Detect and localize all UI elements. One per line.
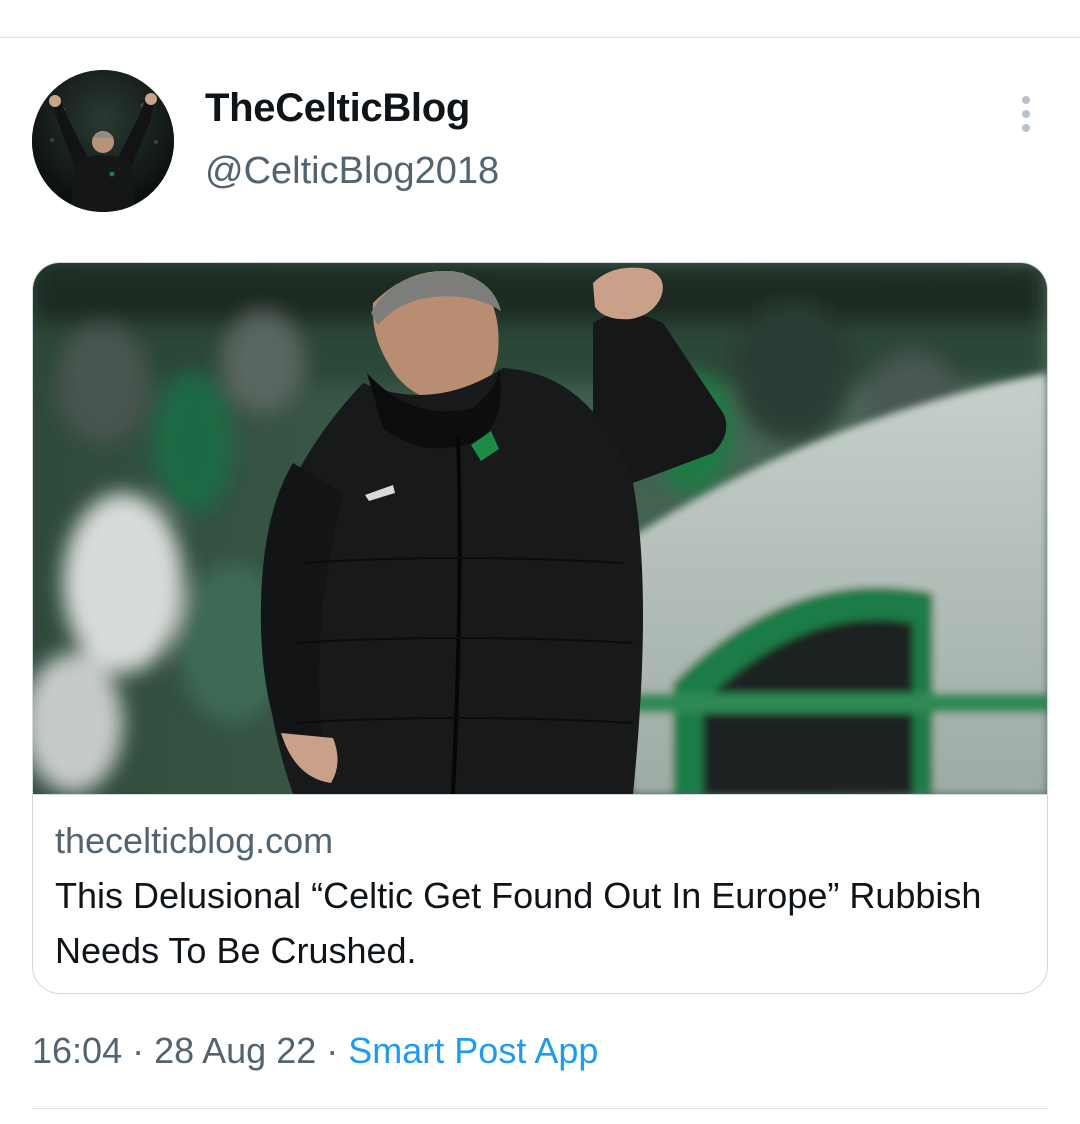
meta-separator: · xyxy=(326,1030,339,1071)
bottom-divider xyxy=(32,1108,1048,1109)
card-image xyxy=(33,263,1047,794)
meta-separator: · xyxy=(132,1030,145,1071)
author-avatar[interactable] xyxy=(32,70,174,212)
card-photo xyxy=(33,263,1047,794)
tweet-time[interactable]: 16:04 xyxy=(32,1030,122,1071)
author-display-name[interactable]: TheCelticBlog xyxy=(205,86,470,131)
more-vertical-icon-dot xyxy=(1022,124,1030,132)
more-options-button[interactable] xyxy=(1008,92,1044,136)
card-title: This Delusional “Celtic Get Found Out In… xyxy=(55,875,982,971)
card-domain: thecelticblog.com xyxy=(55,820,334,861)
top-divider xyxy=(0,37,1080,38)
author-handle[interactable]: @CelticBlog2018 xyxy=(205,150,499,193)
more-vertical-icon-dot xyxy=(1022,110,1030,118)
avatar-photo xyxy=(32,70,174,212)
tweet-source-link[interactable]: Smart Post App xyxy=(348,1030,598,1071)
more-vertical-icon xyxy=(1022,96,1030,104)
card-separator xyxy=(33,794,1047,795)
tweet-meta: 16:04 · 28 Aug 22 · Smart Post App xyxy=(32,1030,598,1072)
link-preview-card[interactable]: thecelticblog.com This Delusional “Celti… xyxy=(32,262,1048,994)
tweet-date[interactable]: 28 Aug 22 xyxy=(154,1030,316,1071)
